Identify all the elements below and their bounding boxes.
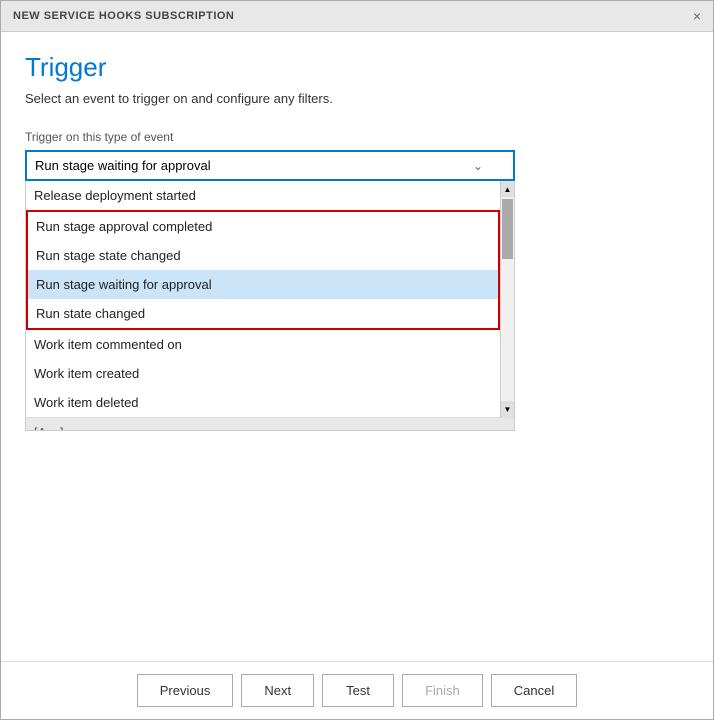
next-button[interactable]: Next — [241, 674, 314, 707]
list-item[interactable]: Run stage approval completed — [28, 212, 498, 241]
any-badge: [Any] — [26, 417, 514, 431]
dropdown-items-list: Release deployment started Run stage app… — [26, 181, 500, 417]
list-item[interactable]: Work item deleted — [26, 388, 500, 417]
test-button[interactable]: Test — [322, 674, 394, 707]
event-type-dropdown[interactable]: Run stage waiting for approval ⌄ Release… — [25, 150, 515, 181]
list-item[interactable]: Work item commented on — [26, 330, 500, 359]
scrollbar-down-button[interactable]: ▼ — [501, 401, 515, 417]
selected-text: Run stage waiting for approval — [35, 158, 211, 173]
finish-button[interactable]: Finish — [402, 674, 483, 707]
dropdown-list: Release deployment started Run stage app… — [25, 181, 515, 431]
list-item-selected[interactable]: Run stage waiting for approval — [28, 270, 498, 299]
dropdown-selected-value[interactable]: Run stage waiting for approval ⌄ — [25, 150, 515, 181]
dialog-footer: Previous Next Test Finish Cancel — [1, 661, 713, 719]
page-subtitle: Select an event to trigger on and config… — [25, 91, 689, 106]
dialog: NEW SERVICE HOOKS SUBSCRIPTION × Trigger… — [0, 0, 714, 720]
cancel-button[interactable]: Cancel — [491, 674, 577, 707]
scrollbar-thumb-area — [501, 197, 514, 401]
dialog-body: Trigger Select an event to trigger on an… — [1, 32, 713, 661]
chevron-down-icon: ⌄ — [473, 159, 483, 173]
close-button[interactable]: × — [693, 9, 701, 23]
scrollbar-track: ▲ ▼ — [500, 181, 514, 417]
dropdown-scroll-container: Release deployment started Run stage app… — [26, 181, 514, 417]
list-item[interactable]: Run stage state changed — [28, 241, 498, 270]
previous-button[interactable]: Previous — [137, 674, 234, 707]
page-title: Trigger — [25, 52, 689, 83]
scrollbar-thumb[interactable] — [502, 199, 513, 259]
form-section: Trigger on this type of event Run stage … — [25, 130, 689, 645]
list-item[interactable]: Run state changed — [28, 299, 498, 328]
scrollbar-up-button[interactable]: ▲ — [501, 181, 515, 197]
dialog-title: NEW SERVICE HOOKS SUBSCRIPTION — [13, 10, 234, 22]
trigger-event-label: Trigger on this type of event — [25, 130, 689, 144]
highlighted-group: Run stage approval completed Run stage s… — [26, 210, 500, 330]
dialog-titlebar: NEW SERVICE HOOKS SUBSCRIPTION × — [1, 1, 713, 32]
list-item[interactable]: Release deployment started — [26, 181, 500, 210]
list-item[interactable]: Work item created — [26, 359, 500, 388]
